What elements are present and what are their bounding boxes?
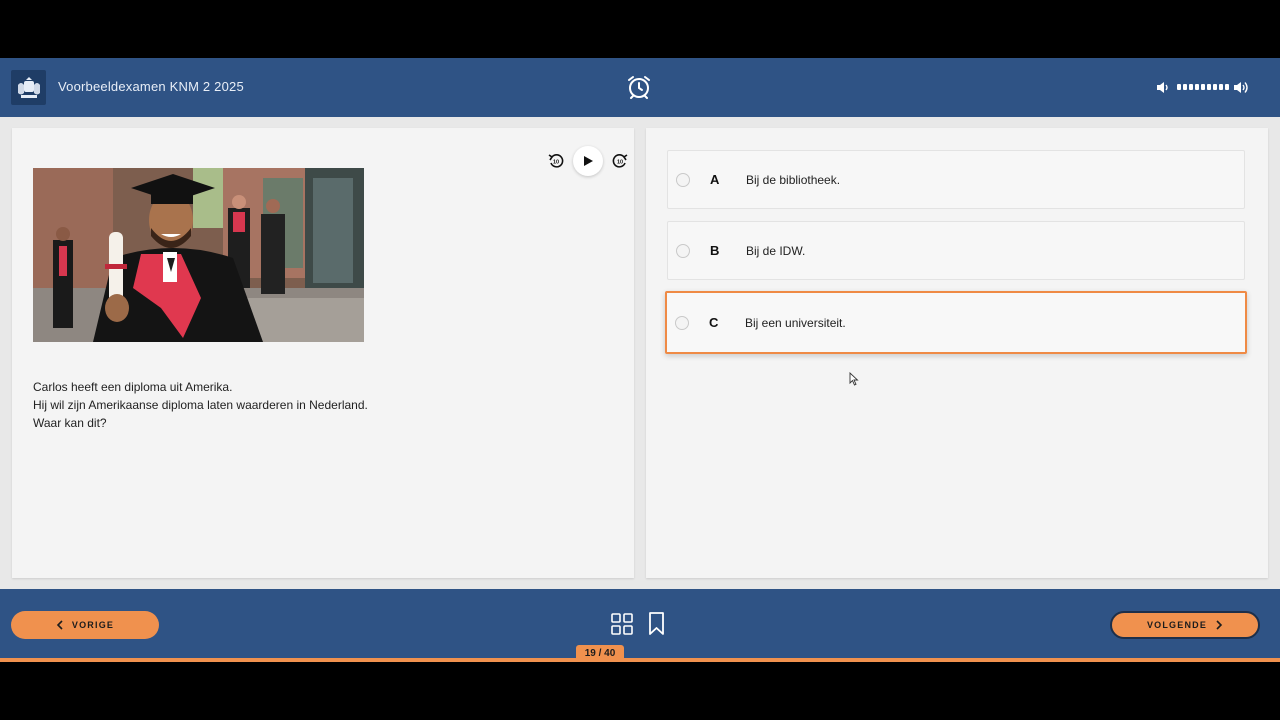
letterbox-bottom — [0, 662, 1280, 720]
previous-button[interactable]: VORIGE — [11, 611, 159, 639]
question-line: Carlos heeft een diploma uit Amerika. — [33, 380, 233, 394]
question-line: Hij wil zijn Amerikaanse diploma laten w… — [33, 398, 368, 412]
footer-bar: VORIGE 19 / 40 VOLGENDE — [0, 589, 1280, 662]
option-text: Bij de IDW. — [746, 243, 806, 258]
chevron-left-icon — [56, 620, 63, 630]
next-label: VOLGENDE — [1146, 620, 1208, 630]
volume-up-icon[interactable] — [1233, 79, 1250, 96]
volume-slider[interactable] — [1177, 84, 1229, 90]
rewind-10-icon[interactable]: 10 — [547, 152, 565, 170]
audio-controls: 10 10 — [547, 146, 629, 176]
radio-button[interactable] — [676, 172, 690, 187]
option-letter: C — [709, 315, 719, 330]
coat-of-arms-icon — [11, 70, 46, 105]
previous-label: VORIGE — [71, 620, 115, 630]
bookmark-icon[interactable] — [648, 612, 665, 636]
header-bar: Voorbeeldexamen KNM 2 2025 — [0, 58, 1280, 117]
answer-option-b[interactable]: B Bij de IDW. — [667, 221, 1245, 280]
app-title: Voorbeeldexamen KNM 2 2025 — [58, 79, 244, 94]
graduate-photo — [33, 168, 364, 342]
chevron-right-icon — [1216, 620, 1223, 630]
option-text: Bij een universiteit. — [745, 315, 846, 330]
letterbox-top — [0, 0, 1280, 58]
alarm-clock-icon — [628, 76, 650, 99]
radio-button[interactable] — [676, 243, 690, 258]
option-letter: A — [710, 172, 720, 187]
play-button[interactable] — [573, 146, 603, 176]
answers-panel: A Bij de bibliotheek. B Bij de IDW. C Bi… — [646, 128, 1268, 578]
next-button[interactable]: VOLGENDE — [1110, 611, 1260, 639]
option-letter: B — [710, 243, 720, 258]
play-icon — [584, 156, 593, 166]
content-area: 10 10 Carlos heeft een diploma uit Ameri… — [0, 117, 1280, 589]
question-line: Waar kan dit? — [33, 416, 107, 430]
question-panel: 10 10 Carlos heeft een diploma uit Ameri… — [12, 128, 634, 578]
mouse-cursor-icon — [849, 372, 859, 386]
question-text: Carlos heeft een diploma uit Amerika. Hi… — [33, 378, 368, 432]
answer-option-a[interactable]: A Bij de bibliotheek. — [667, 150, 1245, 209]
volume-down-icon[interactable] — [1156, 80, 1171, 95]
answer-option-c[interactable]: C Bij een universiteit. — [665, 291, 1247, 354]
svg-text:10: 10 — [617, 160, 623, 166]
option-text: Bij de bibliotheek. — [746, 172, 841, 187]
svg-text:10: 10 — [553, 160, 559, 166]
grid-overview-icon[interactable] — [611, 613, 633, 635]
radio-button[interactable] — [675, 315, 689, 330]
forward-10-icon[interactable]: 10 — [611, 152, 629, 170]
